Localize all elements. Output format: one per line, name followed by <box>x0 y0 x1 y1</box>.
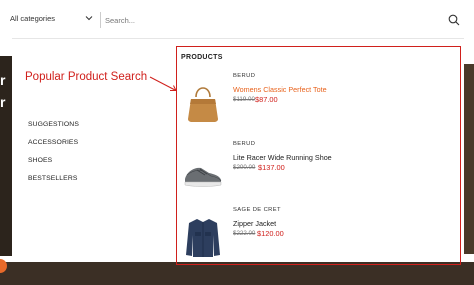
products-panel: PRODUCTS BERUD Womens Classic Perfect To… <box>176 46 461 265</box>
category-list: SUGGESTIONS ACCESSORIES SHOES BESTSELLER… <box>28 120 79 192</box>
tote-bag-image[interactable] <box>183 81 223 125</box>
search-input[interactable] <box>105 12 425 28</box>
product-name-link[interactable]: Womens Classic Perfect Tote <box>233 85 327 94</box>
background-hero-left: r r <box>0 56 12 256</box>
product-old-price: $200.00 <box>233 164 256 171</box>
product-sale-price: $137.00 <box>258 163 285 172</box>
product-brand: BERUD <box>233 141 256 147</box>
category-item-shoes[interactable]: SHOES <box>28 156 79 174</box>
product-brand: BERUD <box>233 73 256 79</box>
product-item[interactable]: BERUD Lite Racer Wide Running Shoe $200.… <box>177 141 457 201</box>
category-item-bestsellers[interactable]: BESTSELLERS <box>28 174 79 192</box>
search-bar: All categories <box>0 0 474 38</box>
running-shoe-image[interactable] <box>183 149 223 193</box>
category-select[interactable]: All categories <box>10 14 55 23</box>
product-old-price: $222.00 <box>233 230 256 237</box>
annotation-label: Popular Product Search <box>25 71 148 83</box>
product-brand: SAGE DE CRET <box>233 207 281 213</box>
hero-fragment: r <box>0 94 6 110</box>
chevron-down-icon[interactable] <box>85 15 93 21</box>
hero-fragment: r <box>0 72 6 88</box>
product-item[interactable]: SAGE DE CRET Zipper Jacket $222.00 $120.… <box>177 207 457 267</box>
search-divider <box>100 12 101 28</box>
category-item-accessories[interactable]: ACCESSORIES <box>28 138 79 156</box>
category-item-suggestions[interactable]: SUGGESTIONS <box>28 120 79 138</box>
product-name-link[interactable]: Zipper Jacket <box>233 219 276 228</box>
product-sale-price: $120.00 <box>257 229 284 238</box>
product-name-link[interactable]: Lite Racer Wide Running Shoe <box>233 153 332 162</box>
product-old-price: $119.00 <box>233 96 255 103</box>
denim-jacket-image[interactable] <box>183 215 223 259</box>
products-heading: PRODUCTS <box>181 54 223 61</box>
product-item[interactable]: BERUD Womens Classic Perfect Tote $119.0… <box>177 73 457 133</box>
product-sale-price: $87.00 <box>255 95 278 104</box>
search-icon[interactable] <box>448 14 460 26</box>
